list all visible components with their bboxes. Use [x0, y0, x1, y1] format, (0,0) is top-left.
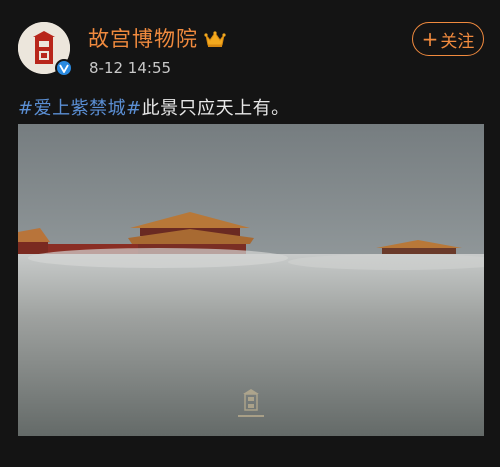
plus-icon: +	[421, 27, 439, 51]
account-name[interactable]: 故宫博物院	[88, 26, 198, 52]
verified-v-icon	[55, 59, 73, 77]
hashtag-link[interactable]: #爱上紫禁城#	[18, 98, 142, 119]
crown-icon[interactable]	[204, 30, 226, 48]
post-header: 故宫博物院 8-12 14:55 + 关注	[18, 22, 484, 82]
follow-button[interactable]: + 关注	[412, 22, 484, 56]
post-text: #爱上紫禁城#此景只应天上有。	[18, 94, 290, 120]
post-image[interactable]	[18, 124, 484, 436]
post-time: 8-12 14:55	[89, 59, 172, 77]
post-body-text: 此景只应天上有。	[141, 98, 290, 119]
follow-label: 关注	[440, 31, 475, 52]
forbidden-city-fog-photo	[18, 124, 484, 436]
account-name-row: 故宫博物院	[88, 26, 226, 52]
weibo-post: 故宫博物院 8-12 14:55 + 关注 #爱上紫禁城#此景只应天上有。	[0, 0, 500, 467]
